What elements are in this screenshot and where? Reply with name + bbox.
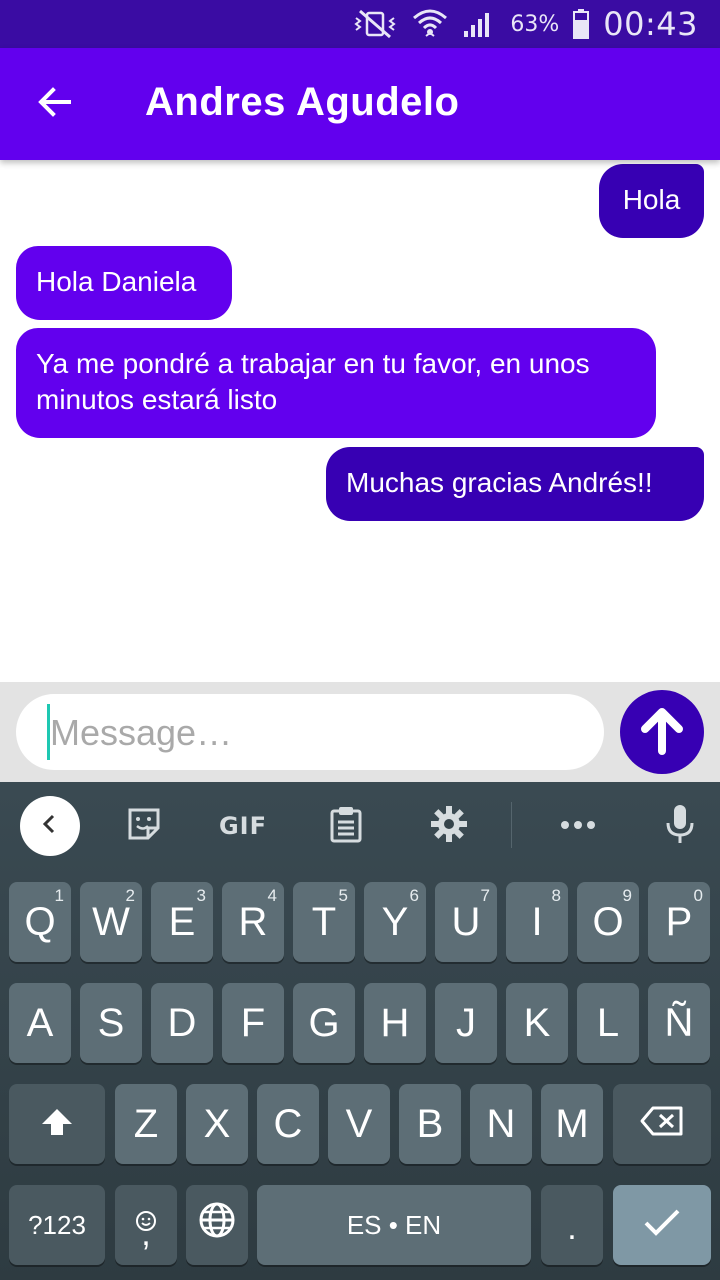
app-bar: Andres Agudelo <box>0 48 720 160</box>
clipboard-icon <box>329 805 363 848</box>
period-key[interactable]: . <box>541 1185 603 1265</box>
key-p[interactable]: P0 <box>648 882 710 962</box>
backspace-key[interactable] <box>613 1084 711 1164</box>
shift-key[interactable] <box>9 1084 105 1164</box>
checkmark-icon <box>642 1203 682 1248</box>
key-label: P <box>665 899 693 944</box>
globe-icon <box>198 1201 236 1249</box>
message-composer <box>0 682 720 782</box>
send-button[interactable] <box>620 690 704 774</box>
language-key[interactable] <box>186 1185 248 1265</box>
voice-input-button[interactable] <box>650 796 710 856</box>
conversation-title: Andres Agudelo <box>145 80 460 124</box>
key-b[interactable]: B <box>399 1084 461 1164</box>
arrow-up-icon <box>638 705 686 760</box>
backspace-icon <box>639 1102 685 1147</box>
gif-button[interactable]: GIF <box>213 796 273 856</box>
battery-percent: 63% <box>510 11 560 37</box>
key-h[interactable]: H <box>364 983 426 1063</box>
message-list[interactable]: Hola Hola Daniela Ya me pondré a trabaja… <box>0 160 720 682</box>
space-key[interactable]: ES • EN <box>257 1185 531 1265</box>
emoji-comma-key[interactable]: , <box>115 1185 177 1265</box>
back-button[interactable] <box>24 74 84 134</box>
key-v[interactable]: V <box>328 1084 390 1164</box>
key-f[interactable]: F <box>222 983 284 1063</box>
key-hint: 2 <box>125 886 135 905</box>
wifi-icon <box>412 8 448 40</box>
key-hint: 1 <box>54 886 64 905</box>
key-a[interactable]: A <box>9 983 71 1063</box>
period-label: . <box>567 1209 577 1247</box>
key-n[interactable]: N <box>470 1084 532 1164</box>
key-hint: 5 <box>338 886 348 905</box>
keyboard-toolbar-collapse-button[interactable] <box>20 796 80 856</box>
key-label: I <box>531 899 543 944</box>
sticker-icon <box>126 806 162 847</box>
key-label: R <box>238 899 268 944</box>
signal-icon <box>462 9 496 39</box>
key-label: Q <box>24 899 56 944</box>
key-r[interactable]: R4 <box>222 882 284 962</box>
status-bar: 63% 00:43 <box>0 0 720 48</box>
key-label: U <box>451 899 481 944</box>
toolbar-divider <box>511 802 512 848</box>
message-bubble-received[interactable]: Ya me pondré a trabajar en tu favor, en … <box>16 328 656 438</box>
key-c[interactable]: C <box>257 1084 319 1164</box>
chevron-left-icon <box>38 812 62 841</box>
message-input-container[interactable] <box>16 694 604 770</box>
key-o[interactable]: O9 <box>577 882 639 962</box>
text-cursor <box>47 704 50 760</box>
more-options-button[interactable] <box>548 796 608 856</box>
vibrate-silent-icon <box>352 9 398 39</box>
key-n-tilde[interactable]: Ñ <box>648 983 710 1063</box>
key-hint: 0 <box>693 886 703 905</box>
key-z[interactable]: Z <box>115 1084 177 1164</box>
key-s[interactable]: S <box>80 983 142 1063</box>
key-j[interactable]: J <box>435 983 497 1063</box>
key-label: O <box>592 899 624 944</box>
key-y[interactable]: Y6 <box>364 882 426 962</box>
gear-icon <box>430 805 468 848</box>
key-hint: 6 <box>409 886 419 905</box>
soft-keyboard: G I F Q 1 W 2 E 3 R 4 T 5 Y 6 U 7 I 8 O 9 … <box>0 782 720 1280</box>
mic-icon <box>665 803 695 850</box>
key-q[interactable]: Q1 <box>9 882 71 962</box>
key-t[interactable]: T5 <box>293 882 355 962</box>
key-d[interactable]: D <box>151 983 213 1063</box>
message-bubble-received[interactable]: Hola Daniela <box>16 246 232 320</box>
clock: 00:43 <box>603 5 698 43</box>
keyboard-toolbar: GIF <box>0 782 720 870</box>
key-hint: 3 <box>196 886 206 905</box>
key-label: W <box>92 899 130 944</box>
settings-button[interactable] <box>419 796 479 856</box>
key-label: T <box>311 899 337 944</box>
key-hint: 4 <box>267 886 277 905</box>
key-w[interactable]: W2 <box>80 882 142 962</box>
key-hint: 7 <box>480 886 490 905</box>
key-i[interactable]: I8 <box>506 882 568 962</box>
message-bubble-sent[interactable]: Hola <box>599 164 704 238</box>
key-l[interactable]: L <box>577 983 639 1063</box>
more-horiz-icon <box>560 817 596 835</box>
key-hint: 8 <box>551 886 561 905</box>
key-k[interactable]: K <box>506 983 568 1063</box>
key-hint: 9 <box>622 886 632 905</box>
key-label: E <box>168 899 196 944</box>
message-bubble-sent[interactable]: Muchas gracias Andrés!! <box>326 447 704 521</box>
battery-icon <box>573 9 590 39</box>
key-e[interactable]: E3 <box>151 882 213 962</box>
comma-label: , <box>141 1215 151 1253</box>
enter-key[interactable] <box>613 1185 711 1265</box>
key-m[interactable]: M <box>541 1084 603 1164</box>
key-x[interactable]: X <box>186 1084 248 1164</box>
message-input[interactable] <box>48 702 582 764</box>
sticker-button[interactable] <box>114 796 174 856</box>
key-label: Y <box>381 899 409 944</box>
key-u[interactable]: U7 <box>435 882 497 962</box>
shift-icon <box>40 1102 74 1147</box>
arrow-left-icon <box>36 84 72 125</box>
clipboard-button[interactable] <box>316 796 376 856</box>
key-g[interactable]: G <box>293 983 355 1063</box>
symbols-key[interactable]: ?123 <box>9 1185 105 1265</box>
